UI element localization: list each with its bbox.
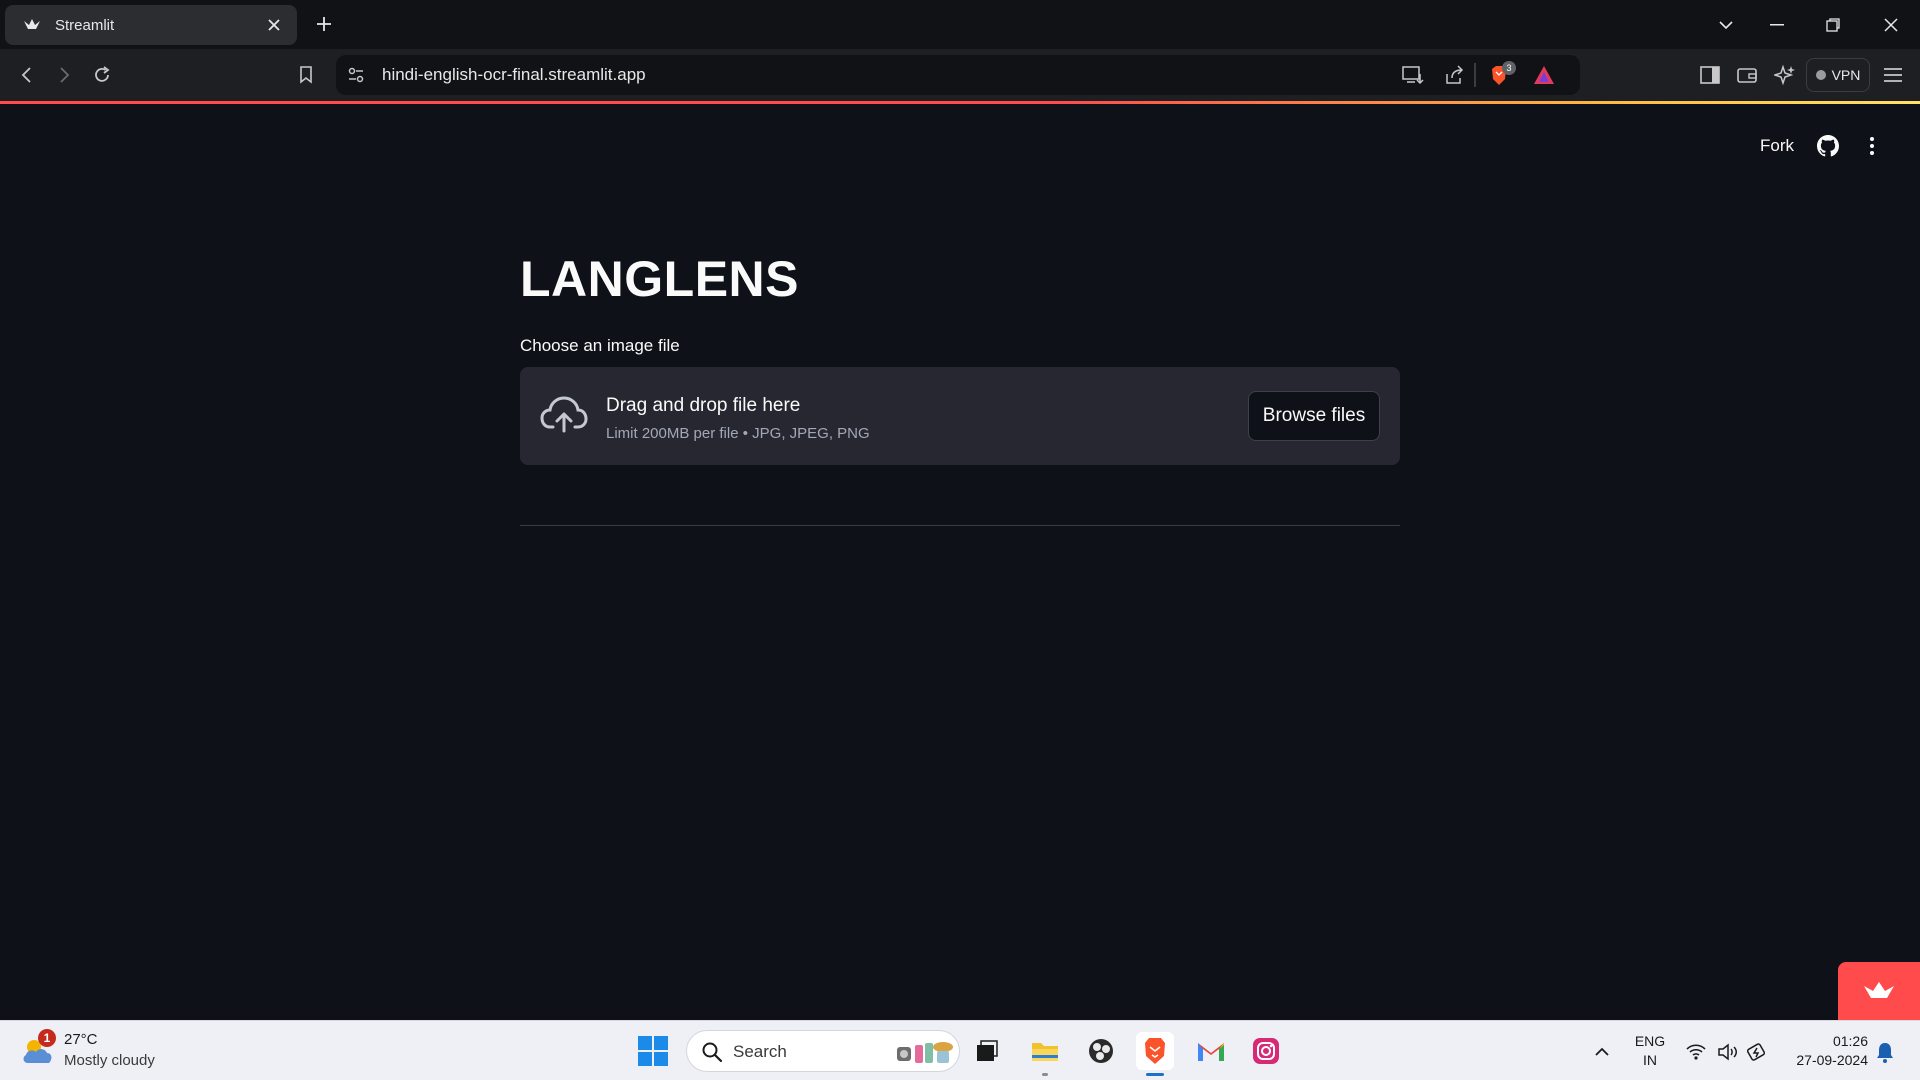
weather-alert-badge: 1 [38,1029,56,1047]
clock-date: 27-09-2024 [1796,1052,1868,1068]
sidebar-toggle-icon[interactable] [1697,62,1723,88]
forward-icon[interactable] [51,62,77,88]
reload-icon[interactable] [89,62,115,88]
brave-browser-icon[interactable] [1136,1032,1174,1076]
streamlit-favicon-icon [21,14,43,36]
instagram-icon[interactable] [1247,1032,1285,1070]
toolbar-separator [1474,63,1476,87]
install-app-icon[interactable] [1401,64,1425,86]
new-tab-icon[interactable] [312,12,336,36]
page-title: LANGLENS [520,251,799,307]
dropzone-limit-text: Limit 200MB per file • JPG, JPEG, PNG [606,425,870,442]
vpn-label: VPN [1831,67,1861,83]
share-icon[interactable] [1443,64,1465,86]
gmail-icon[interactable] [1192,1032,1230,1070]
show-hidden-icons-chevron-icon[interactable] [1590,1040,1614,1064]
active-app-indicator [1146,1073,1164,1076]
wifi-icon[interactable] [1684,1040,1708,1064]
taskbar-search[interactable]: Search [686,1030,960,1072]
screen: Streamlit hindi-english-ocr-final.stream… [0,0,1920,1080]
clock-time: 01:26 [1832,1033,1868,1049]
shields-count-badge: 3 [1502,61,1516,75]
search-icon [701,1041,723,1063]
system-clock[interactable]: 01:26 27-09-2024 [1780,1032,1868,1070]
battery-charging-icon[interactable] [1746,1040,1770,1064]
windows-taskbar: 1 27°C Mostly cloudy Search ENG IN 01:26… [0,1020,1920,1080]
cloud-upload-icon [540,395,588,435]
streamlit-crown-icon [1864,982,1894,998]
restore-icon[interactable] [1820,12,1846,38]
site-settings-icon[interactable] [346,65,366,85]
browser-tab-bar: Streamlit [0,0,1920,49]
tab-title: Streamlit [55,16,115,34]
brave-rewards-icon[interactable] [1532,64,1556,86]
tab-list-chevron-icon[interactable] [1713,12,1739,38]
region-code: IN [1643,1052,1657,1068]
browse-files-button[interactable]: Browse files [1248,391,1380,441]
file-explorer-icon[interactable] [1026,1032,1064,1076]
uploader-label: Choose an image file [520,336,680,355]
back-icon[interactable] [14,62,40,88]
notifications-bell-icon[interactable] [1874,1040,1896,1064]
search-placeholder: Search [733,1042,787,1061]
vpn-status-dot [1815,70,1826,80]
wallet-icon[interactable] [1734,62,1760,88]
task-view-icon[interactable] [968,1032,1006,1070]
search-highlight-illustration-icon [893,1037,955,1067]
address-bar[interactable]: hindi-english-ocr-final.streamlit.app 3 [336,55,1580,95]
running-indicator [1042,1073,1048,1076]
dropzone-instructions: Drag and drop file here [606,395,801,416]
close-window-icon[interactable] [1878,12,1904,38]
fork-button[interactable]: Fork [1760,136,1794,156]
start-windows-icon[interactable] [638,1036,668,1066]
minimize-icon[interactable] [1764,12,1790,38]
streamlit-app: Fork LANGLENS Choose an image file Drag … [0,104,1920,1020]
leo-ai-icon[interactable] [1772,62,1798,88]
more-options-icon[interactable] [1862,134,1882,158]
file-dropzone[interactable]: Drag and drop file here Limit 200MB per … [520,367,1400,465]
language-code: ENG [1634,1033,1666,1049]
brave-shields-icon[interactable]: 3 [1488,61,1516,89]
input-language-indicator[interactable]: ENG IN [1630,1032,1670,1070]
browser-toolbar: hindi-english-ocr-final.streamlit.app 3 [0,49,1920,101]
github-icon[interactable] [1816,134,1840,158]
divider [520,525,1400,526]
weather-temperature: 27°C [64,1031,98,1048]
close-tab-icon[interactable] [263,14,285,36]
streamlit-badge[interactable] [1838,962,1920,1020]
bookmark-icon[interactable] [293,62,319,88]
vpn-button[interactable]: VPN [1806,58,1870,92]
url-text: hindi-english-ocr-final.streamlit.app [382,65,646,84]
hamburger-menu-icon[interactable] [1880,62,1906,88]
volume-icon[interactable] [1716,1040,1740,1064]
weather-condition: Mostly cloudy [64,1052,155,1069]
obs-studio-icon[interactable] [1082,1032,1120,1070]
browser-tab[interactable]: Streamlit [5,5,297,45]
